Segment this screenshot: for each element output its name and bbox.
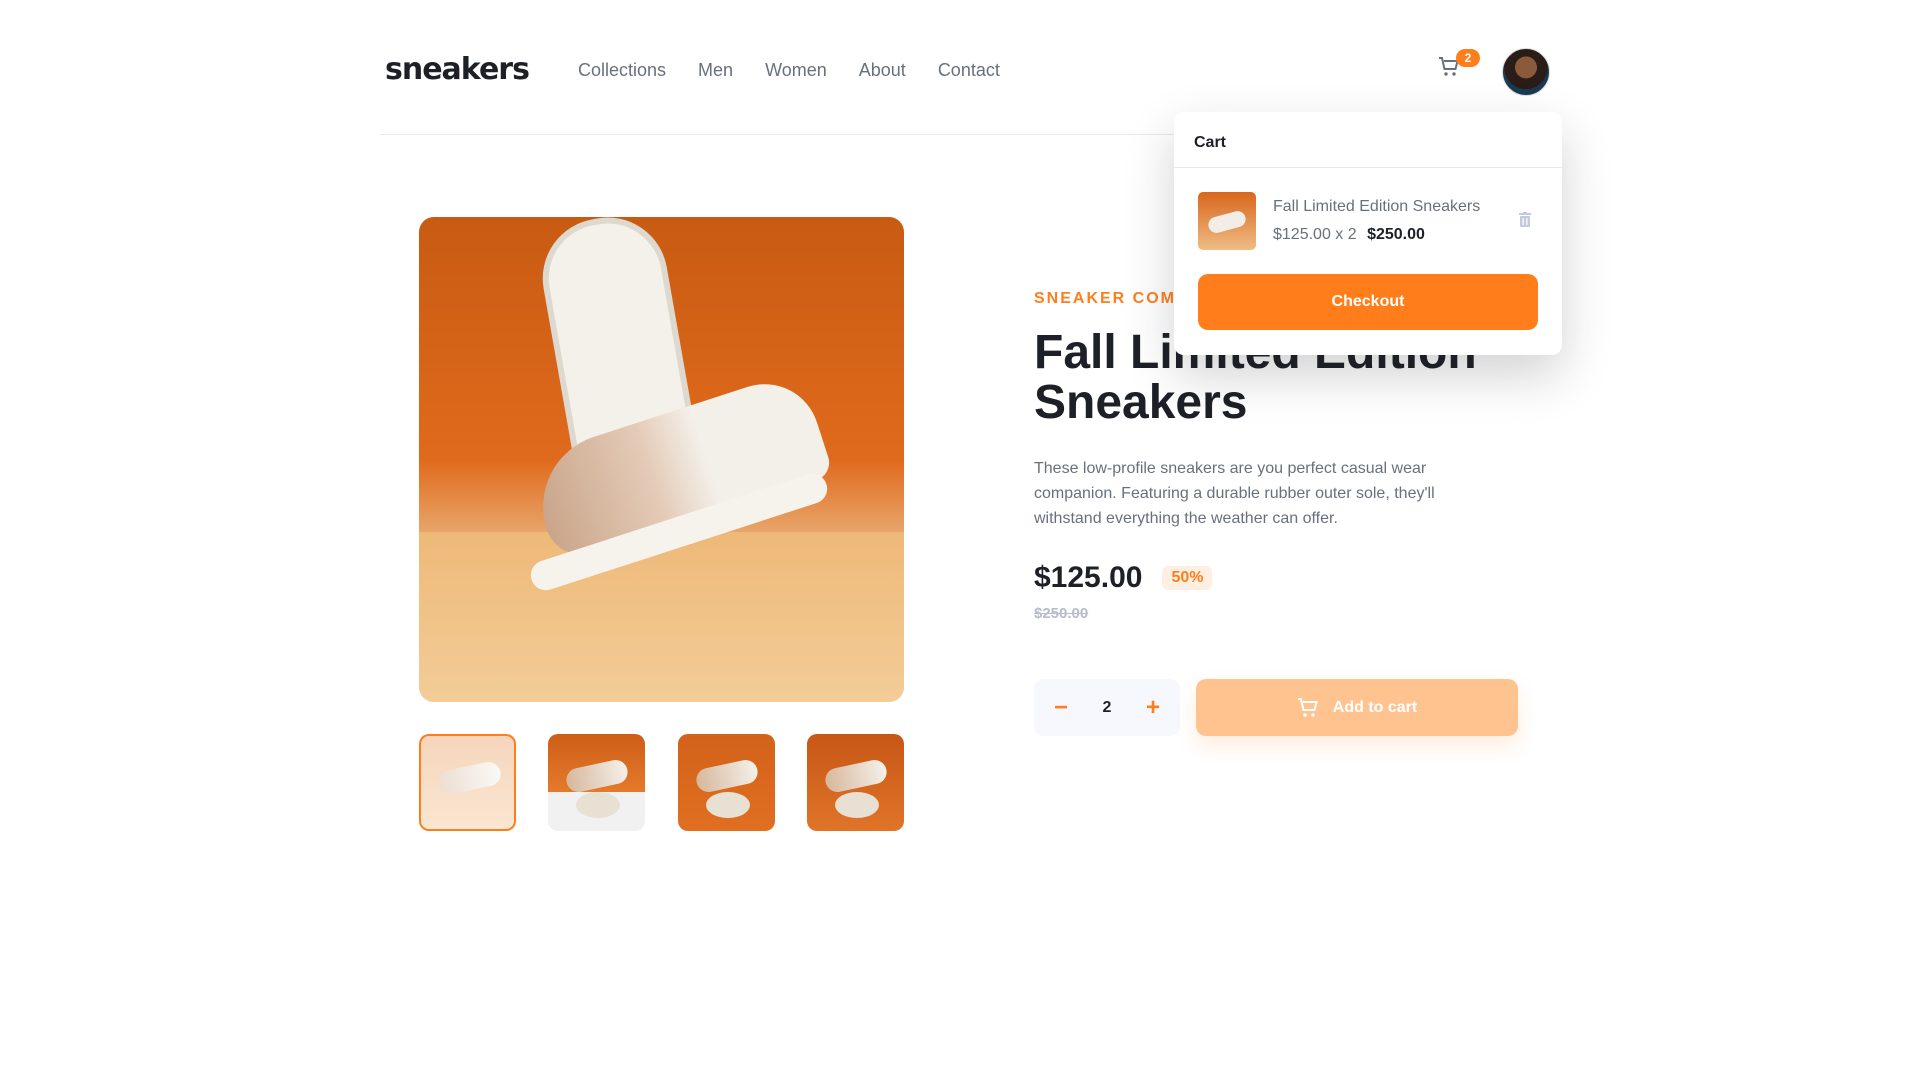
original-price: $250.00 xyxy=(1034,605,1089,622)
thumbnail-4[interactable] xyxy=(806,734,904,831)
cart-button[interactable]: 2 xyxy=(1438,49,1480,87)
thumbnail-list xyxy=(419,734,904,831)
thumbnail-stone xyxy=(834,792,879,818)
nav-men[interactable]: Men xyxy=(698,60,733,81)
purchase-actions: − 2 + Add to cart xyxy=(1034,679,1518,736)
logo[interactable]: sneakers xyxy=(385,52,530,87)
cart-item-total: $250.00 xyxy=(1367,226,1425,243)
add-to-cart-label: Add to cart xyxy=(1332,698,1418,716)
cart-item-thumbnail xyxy=(1198,192,1256,250)
image-backdrop xyxy=(419,532,904,702)
delete-item-button[interactable] xyxy=(1518,212,1532,232)
price-row: $125.00 50% xyxy=(1034,561,1479,595)
thumbnail-shoe xyxy=(437,759,503,797)
thumbnail-shoe xyxy=(564,757,631,795)
current-price: $125.00 xyxy=(1034,561,1143,594)
thumbnail-2[interactable] xyxy=(548,734,646,831)
thumbnail-1[interactable] xyxy=(419,734,516,831)
cart-dropdown: Cart Fall Limited Edition Sneakers $125.… xyxy=(1174,112,1562,355)
product-description: These low-profile sneakers are you perfe… xyxy=(1034,460,1435,527)
quantity-value: 2 xyxy=(1102,698,1112,716)
add-to-cart-button[interactable]: Add to cart xyxy=(1196,679,1518,736)
product-title-line-2: Sneakers xyxy=(1034,376,1248,429)
nav-contact[interactable]: Contact xyxy=(938,60,1000,81)
discount-badge: 50% xyxy=(1162,566,1213,590)
decrease-quantity-button[interactable]: − xyxy=(1054,694,1068,722)
cart-item-unit-price: $125.00 x 2 xyxy=(1273,226,1357,243)
trash-icon xyxy=(1519,212,1531,227)
thumbnail-stone xyxy=(576,792,621,818)
thumbnail-stone xyxy=(705,792,750,818)
product-main-image[interactable] xyxy=(419,217,904,702)
avatar[interactable] xyxy=(1502,48,1550,96)
thumbnail-shoe xyxy=(693,757,760,795)
main-nav: Collections Men Women About Contact xyxy=(578,60,1032,81)
nav-women[interactable]: Women xyxy=(765,60,827,81)
quantity-stepper: − 2 + xyxy=(1034,679,1180,736)
checkout-button[interactable]: Checkout xyxy=(1198,274,1538,330)
cart-item-pricing: $125.00 x 2 $250.00 xyxy=(1273,226,1425,244)
nav-collections[interactable]: Collections xyxy=(578,60,666,81)
cart-title: Cart xyxy=(1174,112,1562,168)
thumbnail-shoe xyxy=(823,757,889,795)
nav-about[interactable]: About xyxy=(859,60,906,81)
cart-icon xyxy=(1297,697,1318,717)
increase-quantity-button[interactable]: + xyxy=(1146,694,1160,722)
thumbnail-3[interactable] xyxy=(677,734,775,831)
cart-item: Fall Limited Edition Sneakers $125.00 x … xyxy=(1198,192,1538,250)
cart-item-name: Fall Limited Edition Sneakers xyxy=(1273,198,1481,215)
cart-count-badge: 2 xyxy=(1456,49,1480,67)
